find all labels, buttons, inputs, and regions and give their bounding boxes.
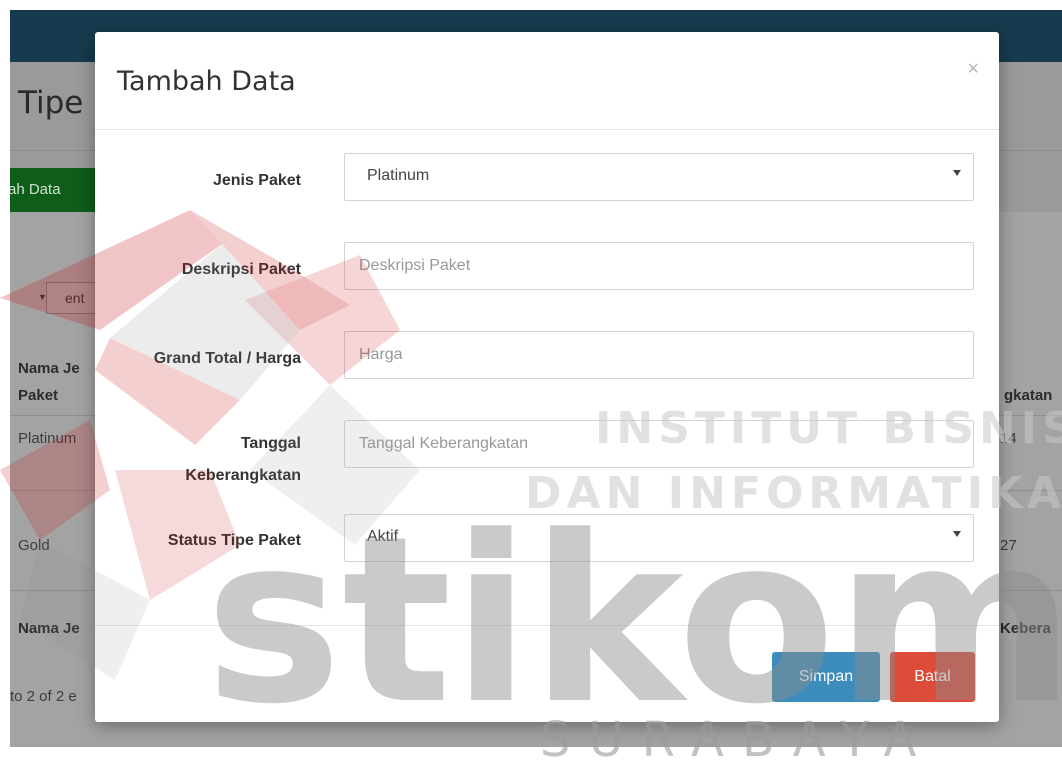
add-data-button[interactable]: ah Data	[10, 168, 98, 212]
status-value: Aktif	[367, 528, 399, 545]
table-footer-date: Kebera	[1000, 620, 1051, 637]
table-header-name-line2: Paket	[18, 387, 59, 404]
table-header-name[interactable]: Nama Je	[18, 360, 80, 377]
save-button[interactable]: Simpan	[772, 652, 880, 702]
jenis-paket-select[interactable]: Platinum	[344, 153, 974, 201]
entries-label: ent	[65, 290, 85, 306]
close-icon[interactable]: ×	[967, 58, 979, 81]
tanggal-input[interactable]	[345, 421, 973, 467]
table-info-text: to 2 of 2 e	[10, 688, 77, 705]
harga-field[interactable]	[344, 331, 974, 379]
deskripsi-paket-input[interactable]	[345, 243, 973, 289]
tanggal-label-line2: Keberangkatan	[185, 467, 301, 484]
tanggal-label: Tanggal	[240, 435, 301, 452]
status-select[interactable]: Aktif	[344, 514, 974, 562]
caret-down-icon	[953, 531, 961, 537]
tanggal-field[interactable]	[344, 420, 974, 468]
jenis-paket-value: Platinum	[367, 167, 430, 184]
modal-title: Tambah Data	[117, 66, 296, 97]
table-cell-date: 14	[1000, 430, 1017, 447]
modal-header: Tambah Data ×	[95, 32, 999, 130]
table-header-date[interactable]: gkatan	[1004, 387, 1052, 404]
jenis-paket-label: Jenis Paket	[212, 172, 301, 189]
table-cell-name: Gold	[18, 537, 50, 554]
deskripsi-paket-field[interactable]	[344, 242, 974, 290]
harga-input[interactable]	[345, 332, 973, 378]
table-cell-date: 27	[1000, 537, 1017, 554]
harga-label: Grand Total / Harga	[153, 350, 301, 367]
table-cell-name: Platinum	[18, 430, 77, 447]
cancel-button[interactable]: Batal	[890, 652, 975, 702]
divider	[95, 625, 999, 626]
table-footer-name: Nama Je	[18, 620, 80, 637]
deskripsi-paket-label: Deskripsi Paket	[181, 261, 301, 278]
caret-down-icon	[953, 170, 961, 176]
add-data-modal: Tambah Data × Jenis Paket Platinum Deskr…	[95, 32, 999, 722]
status-label: Status Tipe Paket	[167, 532, 301, 549]
